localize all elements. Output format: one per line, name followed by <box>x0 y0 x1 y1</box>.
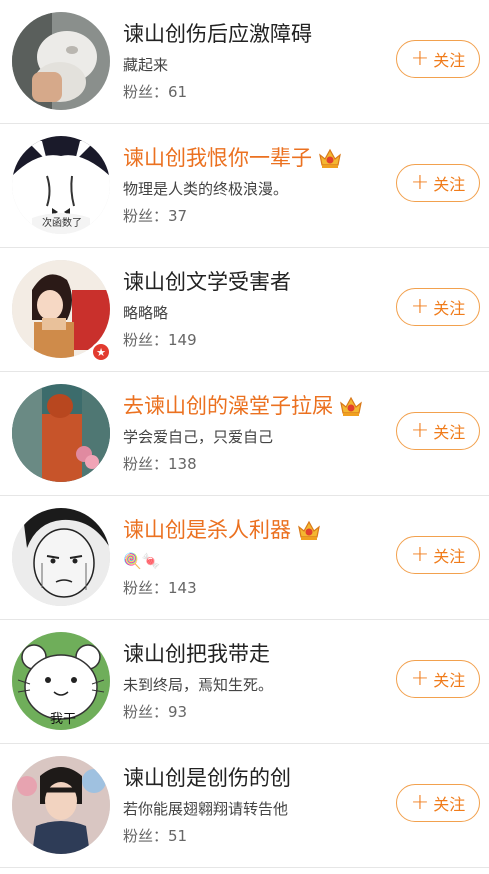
fans-value: 143 <box>168 579 197 597</box>
user-name[interactable]: 谏山创是创伤的创 <box>123 765 291 791</box>
fans-prefix: 粉丝： <box>123 455 169 473</box>
fans-count: 粉丝：93 <box>123 703 187 721</box>
user-bio: 藏起来 <box>123 56 169 74</box>
follow-button[interactable]: + 关注 <box>396 164 480 202</box>
fans-prefix: 粉丝： <box>123 827 169 845</box>
fans-count: 粉丝：138 <box>123 455 197 473</box>
follow-label: 关注 <box>433 51 466 70</box>
user-bio: 🍭🍬 <box>123 552 161 570</box>
follow-button[interactable]: + 关注 <box>396 536 480 574</box>
avatar[interactable]: 我干 <box>12 632 110 730</box>
user-name[interactable]: 谏山创文学受害者 <box>123 269 291 295</box>
plus-icon: + <box>410 418 430 443</box>
follow-button[interactable]: + 关注 <box>396 288 480 326</box>
fans-value: 37 <box>168 207 188 225</box>
list-item[interactable]: 谏山创伤后应激障碍 藏起来 粉丝：61 + 关注 <box>0 0 489 124</box>
plus-icon: + <box>410 666 430 691</box>
list-item[interactable]: 去谏山创的澡堂子拉屎 学会爱自己，只爱自己 粉丝：138 + 关注 <box>0 372 489 496</box>
verified-badge-icon: ★ <box>91 342 111 362</box>
avatar-caption: 次函数了 <box>42 218 82 229</box>
user-bio: 学会爱自己，只爱自己 <box>123 428 274 446</box>
fans-value: 93 <box>168 703 188 721</box>
fans-count: 粉丝：143 <box>123 579 197 597</box>
follow-label: 关注 <box>433 299 466 318</box>
avatar[interactable]: 次函数了 <box>12 136 110 234</box>
follow-label: 关注 <box>433 423 466 442</box>
fans-count: 粉丝：149 <box>123 331 197 349</box>
follow-button[interactable]: + 关注 <box>396 660 480 698</box>
user-name[interactable]: 谏山创把我带走 <box>123 641 270 667</box>
fans-prefix: 粉丝： <box>123 331 169 349</box>
fans-count: 粉丝：51 <box>123 827 187 845</box>
follow-label: 关注 <box>433 175 466 194</box>
follow-label: 关注 <box>433 547 466 566</box>
plus-icon: + <box>410 46 430 71</box>
plus-icon: + <box>410 294 430 319</box>
plus-icon: + <box>410 542 430 567</box>
fans-prefix: 粉丝： <box>123 83 169 101</box>
user-bio: 略略略 <box>123 304 169 322</box>
vip-crown-icon <box>319 148 341 168</box>
list-item[interactable]: 次函数了 谏山创我恨你一辈子 物理是人类的终极浪漫。 粉丝：37 + 关注 <box>0 124 489 248</box>
follow-button[interactable]: + 关注 <box>396 412 480 450</box>
list-item[interactable]: 我干 谏山创把我带走 未到终局，焉知生死。 粉丝：93 + 关注 <box>0 620 489 744</box>
user-name[interactable]: 谏山创我恨你一辈子 <box>123 145 312 171</box>
follow-button[interactable]: + 关注 <box>396 784 480 822</box>
user-name[interactable]: 谏山创是杀人利器 <box>123 517 291 543</box>
vip-crown-icon <box>340 396 362 416</box>
follow-button[interactable]: + 关注 <box>396 40 480 78</box>
vip-crown-icon <box>298 520 320 540</box>
fans-count: 粉丝：37 <box>123 207 187 225</box>
avatar[interactable] <box>12 384 110 482</box>
fans-prefix: 粉丝： <box>123 579 169 597</box>
user-bio: 物理是人类的终极浪漫。 <box>123 180 289 198</box>
list-item[interactable]: 谏山创是创伤的创 若你能展翅翱翔请转告他 粉丝：51 + 关注 <box>0 744 489 868</box>
fans-count: 粉丝：61 <box>123 83 187 101</box>
plus-icon: + <box>410 790 430 815</box>
fans-value: 138 <box>168 455 197 473</box>
fans-prefix: 粉丝： <box>123 207 169 225</box>
user-name[interactable]: 谏山创伤后应激障碍 <box>123 21 312 47</box>
fans-value: 51 <box>168 827 188 845</box>
plus-icon: + <box>410 170 430 195</box>
user-list: 谏山创伤后应激障碍 藏起来 粉丝：61 +关注 次函数了 谏山创我恨你一辈子 <box>0 0 489 868</box>
list-item[interactable]: 谏山创是杀人利器 🍭🍬 粉丝：143 + 关注 <box>0 496 489 620</box>
user-bio: 未到终局，焉知生死。 <box>123 676 274 694</box>
user-name[interactable]: 去谏山创的澡堂子拉屎 <box>123 393 333 419</box>
list-item[interactable]: ★ 谏山创文学受害者 略略略 粉丝：149 + 关注 <box>0 248 489 372</box>
fans-prefix: 粉丝： <box>123 703 169 721</box>
avatar-caption: 我干 <box>50 712 77 727</box>
fans-value: 61 <box>168 83 188 101</box>
user-bio: 若你能展翅翱翔请转告他 <box>123 800 289 818</box>
avatar[interactable] <box>12 756 110 854</box>
avatar[interactable] <box>12 508 110 606</box>
follow-label: 关注 <box>433 671 466 690</box>
fans-value: 149 <box>168 331 197 349</box>
avatar[interactable] <box>12 12 110 110</box>
follow-label: 关注 <box>433 795 466 814</box>
